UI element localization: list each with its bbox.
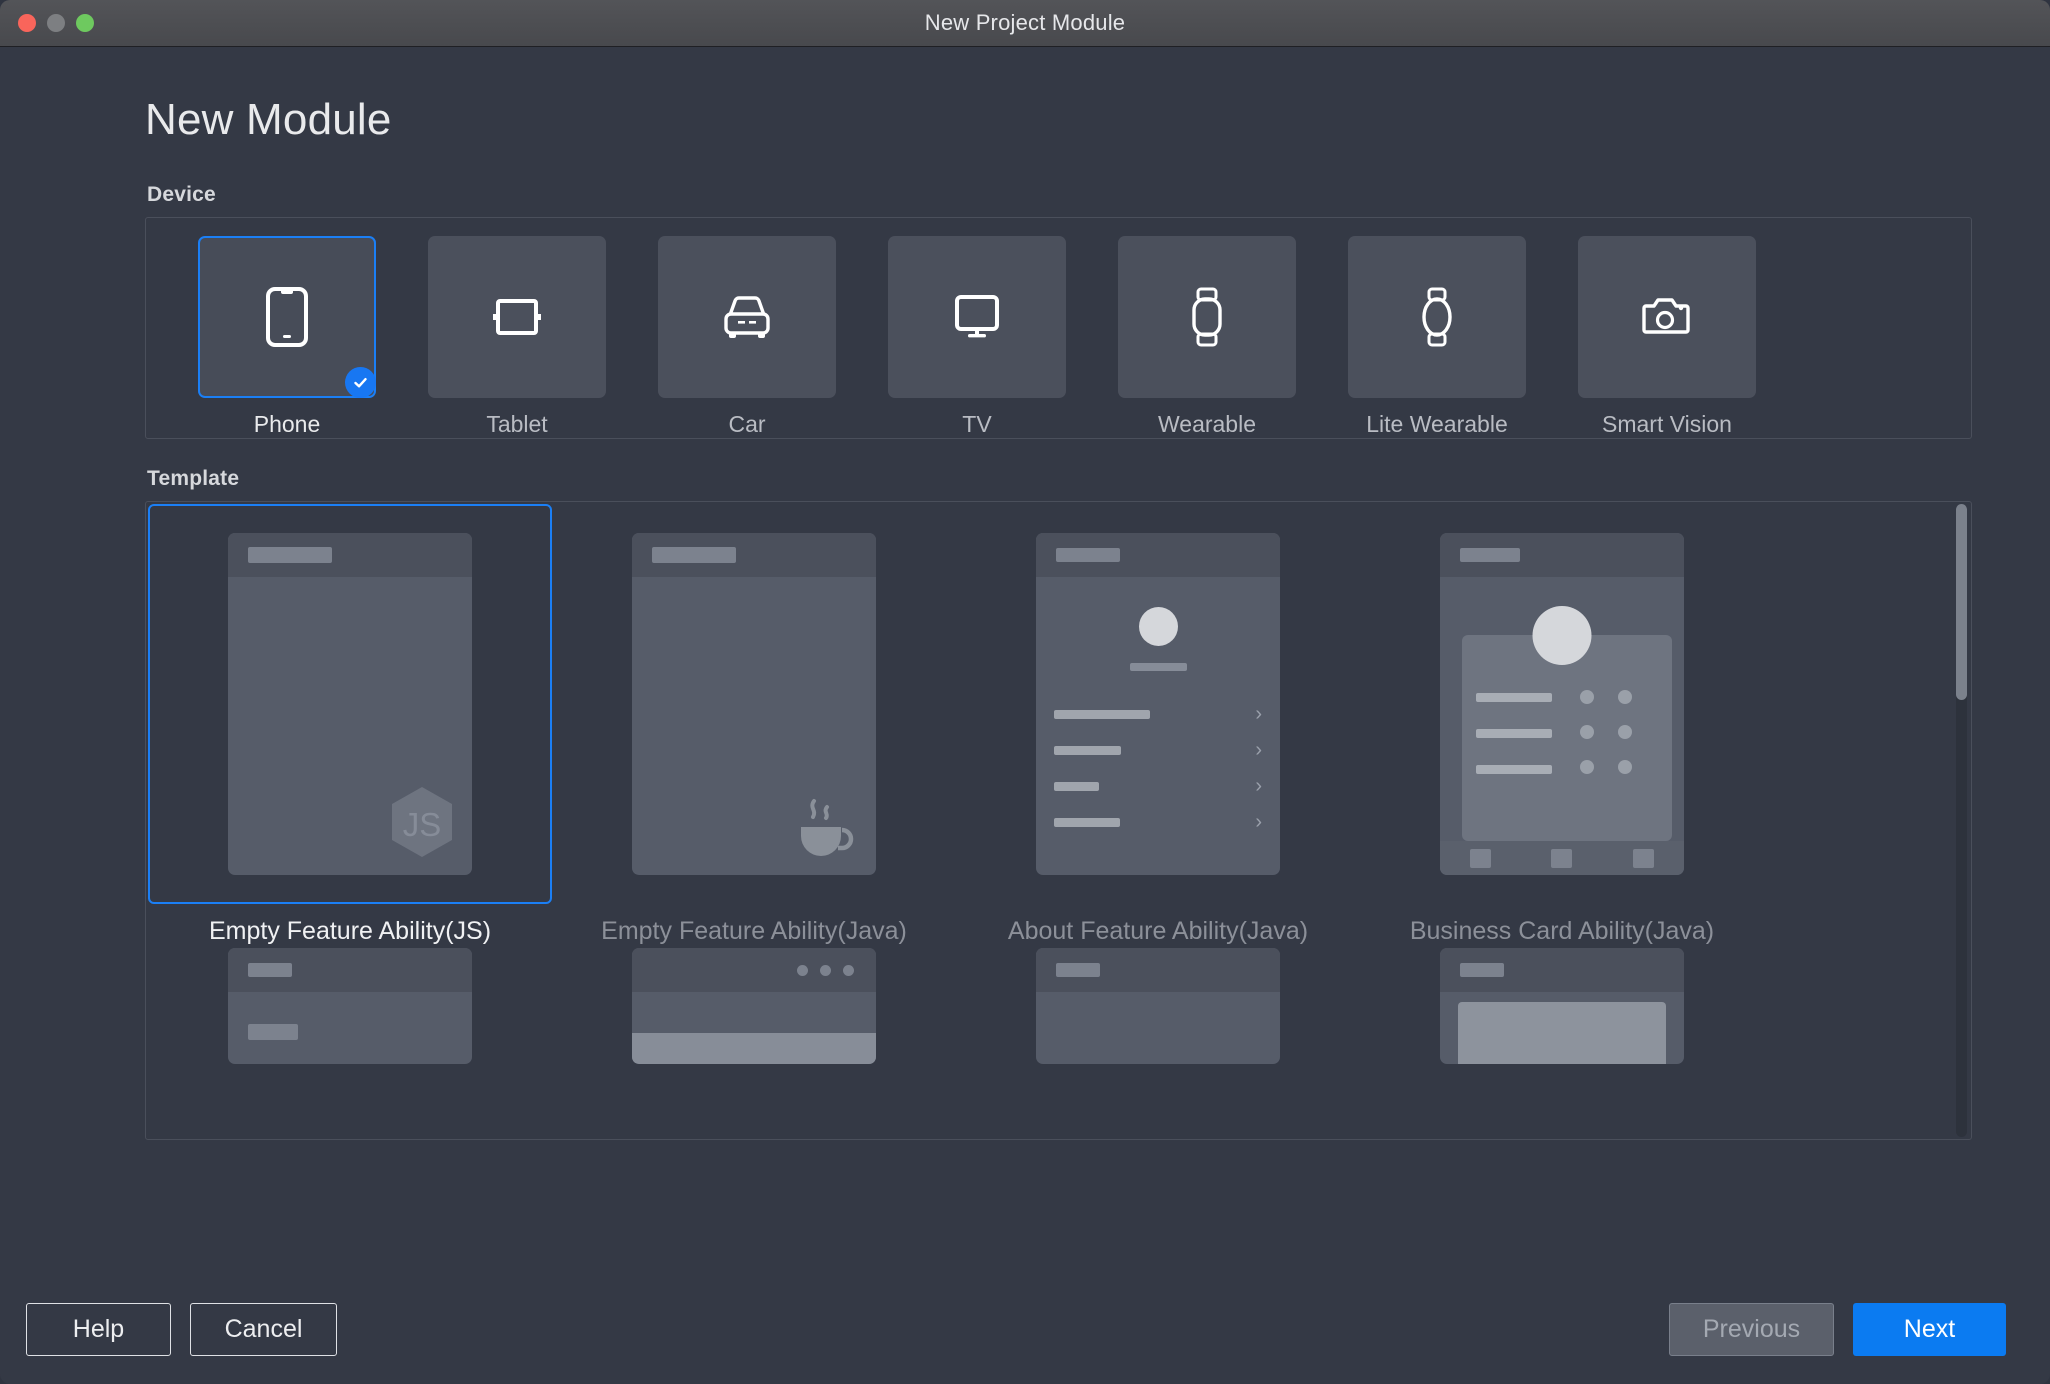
svg-text:JS: JS xyxy=(403,806,442,843)
dialog-footer: Help Cancel Previous Next xyxy=(0,1274,2050,1384)
selected-check-badge xyxy=(345,367,376,398)
next-button[interactable]: Next xyxy=(1853,1302,2006,1356)
device-panel: Phone Tablet Car TV Wearable Lite Wearab… xyxy=(145,217,1972,439)
template-thumbnail-row2-4 xyxy=(1440,948,1684,1064)
title-bar: New Project Module xyxy=(0,0,2050,47)
device-label-tv: TV xyxy=(962,411,992,437)
template-card-row2-2[interactable] xyxy=(552,946,956,1066)
previous-button[interactable]: Previous xyxy=(1669,1302,1834,1356)
template-frame[interactable]: JS xyxy=(148,504,552,904)
phone-icon xyxy=(266,287,308,347)
device-tile-car[interactable] xyxy=(658,236,836,398)
template-card-row2-1[interactable] xyxy=(148,946,552,1066)
new-project-module-window: New Project Module New Module Device Pho… xyxy=(0,0,2050,1384)
device-option-wearable[interactable]: Wearable xyxy=(1118,236,1296,438)
maximize-button[interactable] xyxy=(76,14,94,32)
template-label: Empty Feature Ability(JS) xyxy=(208,917,492,945)
device-option-phone[interactable]: Phone xyxy=(198,236,376,438)
template-label: Business Card Ability(Java) xyxy=(1409,917,1715,945)
java-coffee-icon xyxy=(801,799,854,856)
device-option-tablet[interactable]: Tablet xyxy=(428,236,606,438)
minimize-button[interactable] xyxy=(47,14,65,32)
car-icon xyxy=(724,296,770,338)
tablet-icon xyxy=(493,299,541,335)
device-tile-phone[interactable] xyxy=(198,236,376,398)
template-card-row2-4[interactable] xyxy=(1360,946,1764,1066)
help-button[interactable]: Help xyxy=(26,1302,171,1356)
template-thumbnail-row2-3 xyxy=(1036,948,1280,1064)
template-frame[interactable] xyxy=(1360,504,1764,904)
template-card-empty-feature-js[interactable]: JS Empty Feature Ability(JS) xyxy=(148,504,552,946)
template-thumbnail-business-card xyxy=(1440,533,1684,875)
dialog-content: New Module Device Phone Tablet Car TV We… xyxy=(0,47,2050,1274)
template-scroll-area[interactable]: JS Empty Feature Ability(JS) Empty Featu… xyxy=(146,502,1971,1139)
template-thumbnail-js: JS xyxy=(228,533,472,875)
device-option-lite-wearable[interactable]: Lite Wearable xyxy=(1348,236,1526,438)
template-label: About Feature Ability(Java) xyxy=(1007,917,1309,945)
template-scrollbar-track[interactable] xyxy=(1956,504,1967,1137)
template-thumbnail-java xyxy=(632,533,876,875)
template-card-about-feature-java[interactable]: › › › › About Feature Ability(Java) xyxy=(956,504,1360,946)
template-frame[interactable] xyxy=(552,504,956,904)
window-title: New Project Module xyxy=(924,10,1126,35)
device-tile-tablet[interactable] xyxy=(428,236,606,398)
template-section-label: Template xyxy=(147,467,240,490)
device-tile-wearable[interactable] xyxy=(1118,236,1296,398)
about-thumbnail-body: › › › › xyxy=(1036,607,1280,875)
device-tile-smart-vision[interactable] xyxy=(1578,236,1756,398)
check-icon xyxy=(354,378,367,388)
js-logo-icon: JS xyxy=(392,787,452,857)
device-label-lite-wearable: Lite Wearable xyxy=(1366,411,1508,437)
device-option-smart-vision[interactable]: Smart Vision xyxy=(1578,236,1756,438)
tv-icon xyxy=(955,295,999,338)
template-grid-row-1: JS Empty Feature Ability(JS) Empty Featu… xyxy=(148,504,1971,946)
template-thumbnail-row2-2 xyxy=(632,948,876,1064)
watch-icon xyxy=(1192,287,1222,347)
device-label-wearable: Wearable xyxy=(1157,411,1257,437)
template-thumbnail-about: › › › › xyxy=(1036,533,1280,875)
lite-watch-icon xyxy=(1422,287,1452,347)
template-card-business-card-java[interactable]: Business Card Ability(Java) xyxy=(1360,504,1764,946)
template-card-empty-feature-java[interactable]: Empty Feature Ability(Java) xyxy=(552,504,956,946)
close-button[interactable] xyxy=(18,14,36,32)
device-section-label: Device xyxy=(147,183,216,206)
window-controls xyxy=(18,14,94,32)
template-frame[interactable]: › › › › xyxy=(956,504,1360,904)
template-grid-row-2 xyxy=(148,946,1971,1066)
device-option-car[interactable]: Car xyxy=(658,236,836,438)
template-panel: JS Empty Feature Ability(JS) Empty Featu… xyxy=(145,501,1972,1140)
device-tile-lite-wearable[interactable] xyxy=(1348,236,1526,398)
device-tile-tv[interactable] xyxy=(888,236,1066,398)
camera-icon xyxy=(1642,298,1690,334)
template-label: Empty Feature Ability(Java) xyxy=(601,917,907,945)
cancel-button[interactable]: Cancel xyxy=(190,1302,337,1356)
device-option-tv[interactable]: TV xyxy=(888,236,1066,438)
page-title: New Module xyxy=(145,95,392,144)
device-label-car: Car xyxy=(728,411,766,437)
template-scrollbar-thumb[interactable] xyxy=(1956,504,1967,701)
device-label-tablet: Tablet xyxy=(486,411,548,437)
device-label-smart-vision: Smart Vision xyxy=(1602,411,1732,437)
template-card-row2-3[interactable] xyxy=(956,946,1360,1066)
device-label-phone: Phone xyxy=(253,411,321,437)
template-thumbnail-row2-1 xyxy=(228,948,472,1064)
